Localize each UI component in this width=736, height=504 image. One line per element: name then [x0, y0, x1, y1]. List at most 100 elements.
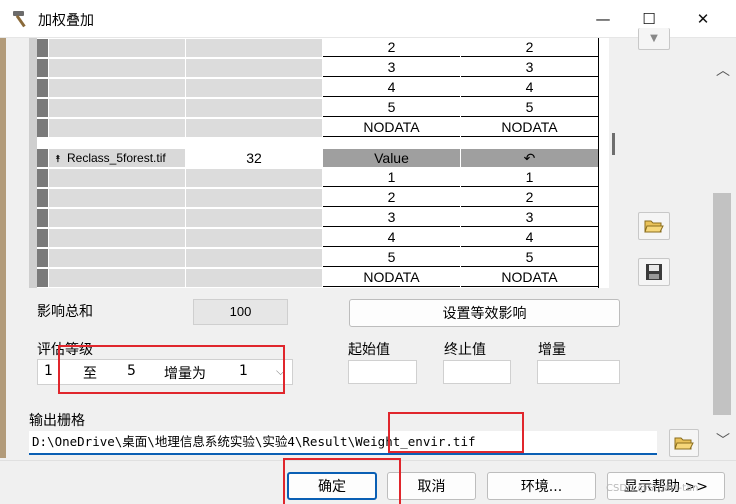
influence-cell	[186, 169, 322, 187]
row-selector[interactable]	[37, 189, 48, 207]
scale-value-cell[interactable]: 4	[461, 229, 598, 247]
field-value-cell: 2	[323, 189, 460, 207]
move-down-button[interactable]: ▼	[638, 28, 670, 50]
layer-cell	[49, 269, 185, 287]
scale-value-cell[interactable]: 5	[461, 99, 598, 117]
scale-value-cell[interactable]: 1	[461, 169, 598, 187]
row-selector[interactable]	[37, 229, 48, 247]
field-value-cell: NODATA	[323, 119, 460, 137]
influence-input[interactable]: 32	[186, 149, 322, 167]
influence-cell	[186, 209, 322, 227]
table-scroll-thumb[interactable]	[612, 133, 615, 155]
field-value-cell: 4	[323, 79, 460, 97]
step-value-label: 增量	[538, 342, 566, 358]
layer-cell	[49, 209, 185, 227]
row-selector[interactable]	[37, 99, 48, 117]
field-value-cell: 2	[323, 39, 460, 57]
row-selector[interactable]	[37, 79, 48, 97]
row-selector[interactable]	[37, 169, 48, 187]
start-value-label: 起始值	[348, 342, 390, 358]
dialog-scrollbar[interactable]: ︿ ﹀	[709, 38, 736, 458]
layer-name-cell[interactable]: ⯭ Reclass_5forest.tif	[49, 149, 185, 167]
row-selector[interactable]	[37, 209, 48, 227]
layer-cell	[49, 39, 185, 57]
scale-value-cell[interactable]: 3	[461, 59, 598, 77]
chevron-up-icon[interactable]: ︿	[716, 60, 730, 80]
scale-value-cell[interactable]: 5	[461, 249, 598, 267]
row-selector[interactable]	[37, 149, 48, 167]
influence-cell	[186, 99, 322, 117]
table-row[interactable]: 5 5	[29, 98, 609, 118]
scale-value-cell[interactable]: 2	[461, 189, 598, 207]
scale-value-cell[interactable]: NODATA	[461, 119, 598, 137]
annotation-box	[58, 345, 285, 394]
table-row[interactable]: NODATA NODATA	[29, 268, 609, 288]
start-value-input[interactable]	[348, 360, 417, 384]
layer-cell	[49, 99, 185, 117]
annotation-box	[388, 412, 524, 453]
table-row[interactable]: 2 2	[29, 38, 609, 58]
floppy-disk-icon	[646, 264, 662, 280]
minimize-button[interactable]: —	[580, 0, 626, 38]
table-row[interactable]: 5 5	[29, 248, 609, 268]
influence-cell	[186, 79, 322, 97]
field-value-cell: NODATA	[323, 269, 460, 287]
influence-cell	[186, 59, 322, 77]
close-button[interactable]: ✕	[680, 0, 726, 38]
scale-value-cell[interactable]: NODATA	[461, 269, 598, 287]
table-row[interactable]: 1 1	[29, 168, 609, 188]
table-row[interactable]: NODATA NODATA	[29, 118, 609, 138]
hammer-icon	[13, 11, 26, 28]
table-row[interactable]: 4 4	[29, 228, 609, 248]
row-selector[interactable]	[37, 59, 48, 77]
row-selector[interactable]	[37, 39, 48, 57]
collapse-chevrons-icon[interactable]: ⯭	[55, 154, 61, 165]
scroll-thumb[interactable]	[713, 193, 731, 415]
row-selector[interactable]	[37, 249, 48, 267]
save-button[interactable]	[638, 258, 670, 286]
row-selector[interactable]	[37, 119, 48, 137]
influence-cell	[186, 119, 322, 137]
field-value-cell: 3	[323, 209, 460, 227]
influence-total-label: 影响总和	[37, 304, 93, 320]
folder-open-icon	[644, 220, 664, 233]
layer-header-row[interactable]: ⯭ Reclass_5forest.tif 32 Value ↶	[29, 148, 609, 168]
row-selector[interactable]	[37, 269, 48, 287]
window-title: 加权叠加	[38, 13, 94, 29]
output-raster-input[interactable]: D:\OneDrive\桌面\地理信息系统实验\实验4\Result\Weigh…	[29, 431, 657, 455]
end-value-label: 终止值	[444, 342, 486, 358]
layer-cell	[49, 249, 185, 267]
field-value-cell: 3	[323, 59, 460, 77]
influence-cell	[186, 39, 322, 57]
environments-button[interactable]: 环境...	[487, 472, 596, 500]
layer-cell	[49, 169, 185, 187]
layer-cell	[49, 79, 185, 97]
scale-value-cell[interactable]: 4	[461, 79, 598, 97]
table-row[interactable]: 2 2	[29, 188, 609, 208]
weighted-overlay-table[interactable]: 2 2 3 3 4 4 5 5 NODATA NODATA ⯭ Reclass_5…	[29, 38, 609, 288]
end-value-input[interactable]	[443, 360, 511, 384]
field-value-cell: 1	[323, 169, 460, 187]
undo-icon[interactable]: ↶	[461, 149, 598, 167]
step-value-input[interactable]	[537, 360, 620, 384]
browse-output-button[interactable]	[669, 429, 699, 457]
field-value-cell: 5	[323, 249, 460, 267]
field-value-cell: 5	[323, 99, 460, 117]
table-row[interactable]: 3 3	[29, 58, 609, 78]
table-row[interactable]: 4 4	[29, 78, 609, 98]
scale-value-cell[interactable]: 3	[461, 209, 598, 227]
background-strip	[0, 38, 6, 458]
open-button[interactable]	[638, 212, 670, 240]
influence-total-value: 100	[193, 299, 288, 325]
set-equal-influence-button[interactable]: 设置等效影响	[349, 299, 620, 327]
scale-value-cell[interactable]: 2	[461, 39, 598, 57]
annotation-box	[283, 458, 401, 504]
layer-name: Reclass_5forest.tif	[67, 151, 166, 165]
folder-open-icon	[674, 437, 694, 450]
influence-cell	[186, 229, 322, 247]
output-raster-label: 输出栅格	[29, 413, 85, 429]
influence-cell	[186, 269, 322, 287]
table-row[interactable]: 3 3	[29, 208, 609, 228]
chevron-down-icon[interactable]: ﹀	[716, 430, 730, 450]
field-select[interactable]: Value	[323, 149, 460, 167]
